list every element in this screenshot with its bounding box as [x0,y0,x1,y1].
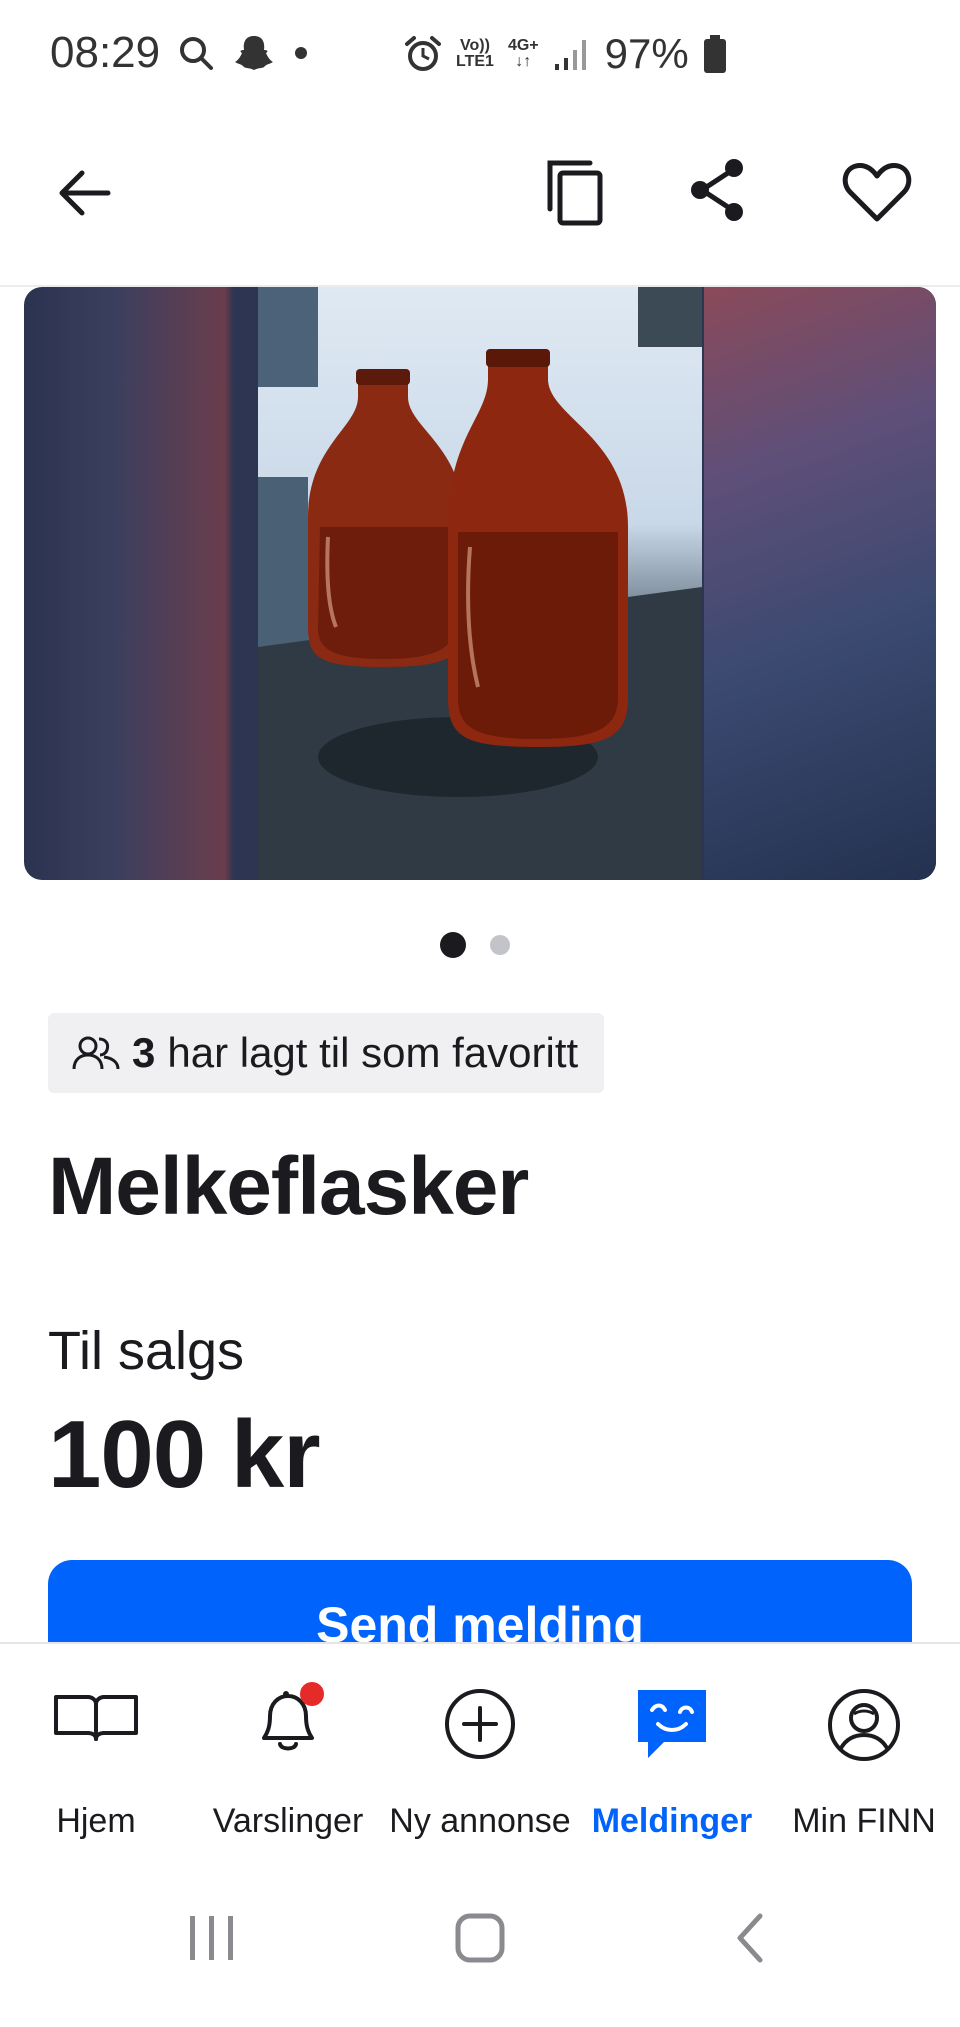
volte-label-bottom: LTE1 [456,53,494,70]
alarm-icon [405,36,441,71]
network-label: 4G+ [507,37,539,54]
profile-icon [828,1689,900,1761]
battery-percent: 97% [604,30,689,77]
app-bar [0,115,960,287]
volte-indicator: Vo)) LTE1 [456,38,494,70]
dot-icon [295,47,307,59]
listing-photo[interactable] [258,287,702,880]
listing-price: 100 kr [48,1401,321,1508]
volte-label-top: Vo)) [460,37,490,54]
nav-item-notifications[interactable]: Varslinger [192,1644,384,1862]
nav-item-my-finn[interactable]: Min FINN [768,1644,960,1862]
sale-type: Til salgs [48,1321,245,1381]
image-gallery[interactable] [24,287,936,880]
people-icon [72,1036,120,1070]
favorite-text: har lagt til som favoritt [167,1029,579,1076]
copy-icon[interactable] [544,157,606,227]
chat-icon [638,1690,706,1758]
nav-item-home[interactable]: Hjem [0,1644,192,1862]
favorite-count: 3 [132,1029,156,1076]
system-navigation-bar [0,1860,960,2027]
share-icon[interactable] [688,157,748,223]
search-icon [180,37,213,70]
heart-icon[interactable] [842,161,912,223]
status-time: 08:29 [50,28,161,77]
snapchat-icon [235,36,273,70]
status-icons-right: Vo)) LTE1 4G+ ↓↑ 97% [404,30,727,78]
recent-apps-icon[interactable] [186,1910,238,1966]
favorite-count-badge: 3 har lagt til som favoritt [48,1013,605,1093]
bottles-illustration [258,287,702,880]
status-icons-left [178,34,308,72]
nav-label-messages: Meldinger [591,1802,753,1840]
signal-icon [554,40,586,70]
listing-title: Melkeflasker [48,1141,529,1232]
nav-item-messages[interactable]: Meldinger [576,1644,768,1862]
notification-dot [300,1682,324,1706]
network-indicator: 4G+ ↓↑ [508,38,539,70]
bell-icon [262,1682,324,1751]
arrow-left-icon[interactable] [56,167,112,219]
nav-label-new-ad: Ny annonse [389,1802,571,1840]
pagination-dot-active[interactable] [440,932,466,958]
pagination-dot[interactable] [490,935,510,955]
back-button-icon[interactable] [730,1910,770,1966]
data-arrows-icon: ↓↑ [515,53,532,70]
home-button-icon[interactable] [454,1910,506,1966]
nav-item-new-ad[interactable]: Ny annonse [384,1644,576,1862]
plus-circle-icon [445,1689,515,1759]
nav-label-notifications: Varslinger [212,1802,364,1840]
book-icon [54,1695,138,1741]
battery-icon [703,35,726,73]
bottom-navigation: Hjem Varslinger Ny annonse Meldinger Min… [0,1642,960,1862]
nav-label-home: Hjem [56,1802,136,1840]
gallery-pagination [440,932,510,958]
status-bar: 08:29 Vo)) LTE1 4G+ ↓↑ 97% [0,0,960,115]
nav-label-my-finn: Min FINN [792,1802,936,1840]
gallery-blur-background [704,287,936,880]
